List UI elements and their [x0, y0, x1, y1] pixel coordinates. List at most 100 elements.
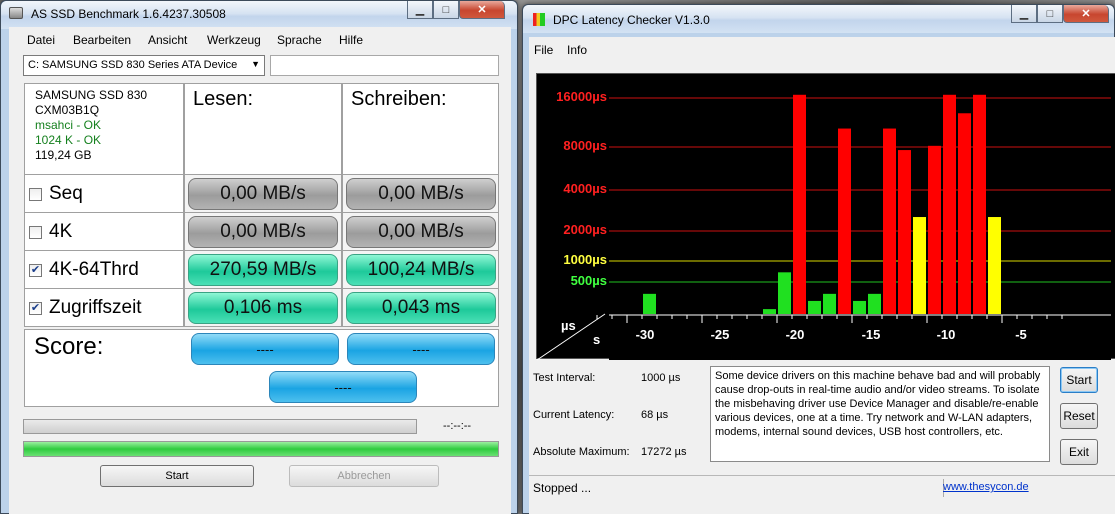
latency-bar	[988, 217, 1001, 314]
elapsed-time: --:--:--	[443, 420, 472, 432]
latency-bars: -30 -25 -20 -15 -10 -5	[536, 94, 1111, 361]
latency-bar	[913, 217, 926, 314]
drive-size: 119,24 GB	[35, 148, 92, 162]
alignment-status: 1024 K - OK	[35, 133, 102, 147]
menu-sprache[interactable]: Sprache	[277, 33, 322, 47]
dpc-minimize-button[interactable]: ▁	[1011, 5, 1037, 23]
read-header-cell: Lesen:	[184, 83, 342, 175]
test-row-label: Seq	[25, 175, 83, 213]
stat-value: 68 µs	[641, 409, 669, 421]
latency-chart: 16000µs 8000µs 4000µs 2000µs 1000µs 500µs -30…	[536, 73, 1115, 361]
menu-file[interactable]: File	[534, 43, 553, 57]
dpc-reset-button[interactable]: Reset	[1060, 403, 1098, 429]
latency-bar	[853, 300, 866, 314]
main-progress-track	[23, 441, 499, 457]
write-result-value: 0,043 ms	[346, 292, 496, 324]
dpc-titlebar[interactable]: DPC Latency Checker V1.3.0 ▁ □ ✕	[523, 5, 1114, 33]
latency-bar	[643, 293, 656, 314]
menu-bar: Datei Bearbeiten Ansicht Werkzeug Sprach…	[9, 33, 511, 49]
as-ssd-titlebar[interactable]: AS SSD Benchmark 1.6.4237.30508 ▁ □ ✕	[1, 1, 517, 29]
maximize-button[interactable]: □	[433, 1, 459, 19]
drive-model: SAMSUNG SSD 830	[35, 88, 148, 102]
test-row-label: ✔ 4K-64Thrd	[25, 251, 139, 289]
abort-button[interactable]: Abbrechen	[289, 465, 439, 487]
write-result-value: 0,00 MB/s	[346, 216, 496, 248]
message-text: Some device drivers on this machine beha…	[715, 370, 1041, 438]
chevron-down-icon: ▼	[251, 59, 260, 69]
website-link[interactable]: www.thesycon.de	[943, 481, 1029, 493]
latency-bar	[898, 150, 911, 314]
read-result-value: 0,106 ms	[188, 292, 338, 324]
x-axis-area	[609, 314, 1111, 360]
read-header: Lesen:	[193, 88, 254, 110]
menu-werkzeug[interactable]: Werkzeug	[207, 33, 261, 47]
menu-ansicht[interactable]: Ansicht	[148, 33, 187, 47]
info-cell: SAMSUNG SSD 830 CXM03B1Q msahci - OK 102…	[24, 83, 184, 175]
test-row-label: 4K	[25, 213, 72, 251]
dpc-exit-button[interactable]: Exit	[1060, 439, 1098, 465]
test-checkbox[interactable]	[29, 187, 42, 201]
dpc-menu-bar: File Info	[529, 43, 1115, 59]
test-name: 4K-64Thrd	[49, 259, 139, 280]
row-label-cell: Seq	[24, 175, 184, 213]
row-label-cell: ✔ 4K-64Thrd	[24, 251, 184, 289]
drive-firmware: CXM03B1Q	[35, 103, 100, 117]
dpc-window-title: DPC Latency Checker V1.3.0	[553, 13, 710, 27]
main-progress-fill	[24, 442, 498, 456]
y-tick-label: 1000µs	[563, 252, 607, 267]
read-result-value: 0,00 MB/s	[188, 178, 338, 210]
menu-datei[interactable]: Datei	[27, 33, 55, 47]
app-icon	[9, 7, 23, 19]
write-header: Schreiben:	[351, 88, 447, 110]
dpc-maximize-button[interactable]: □	[1037, 5, 1063, 23]
test-row-label: ✔ Zugriffszeit	[25, 289, 142, 327]
axis-unit-us: µs	[561, 318, 576, 333]
dpc-app-icon	[533, 13, 545, 26]
dpc-window: DPC Latency Checker V1.3.0 ▁ □ ✕ File In…	[522, 4, 1115, 514]
stat-value: 17272 µs	[641, 446, 687, 458]
drive-info-field	[270, 55, 499, 76]
menu-bearbeiten[interactable]: Bearbeiten	[73, 33, 131, 47]
menu-hilfe[interactable]: Hilfe	[339, 33, 363, 47]
time-progress-bar	[23, 419, 417, 434]
x-tick-label: -25	[711, 327, 730, 342]
test-checkbox[interactable]: ✔	[29, 263, 42, 277]
window-title: AS SSD Benchmark 1.6.4237.30508	[31, 7, 226, 21]
y-tick-label: 2000µs	[563, 222, 607, 237]
test-checkbox[interactable]	[29, 225, 42, 239]
read-result-value: 0,00 MB/s	[188, 216, 338, 248]
dpc-close-button[interactable]: ✕	[1063, 5, 1109, 23]
status-bar: Stopped ... www.thesycon.de	[529, 475, 1115, 499]
score-write: ----	[347, 333, 495, 365]
latency-bar	[838, 128, 851, 314]
row-label-cell: 4K	[24, 213, 184, 251]
latency-bar	[958, 113, 971, 314]
dpc-client: File Info 16000µs 8000µs 4000µs 2000µs 1000µ…	[529, 37, 1115, 514]
write-header-cell: Schreiben:	[342, 83, 499, 175]
latency-bar	[943, 94, 956, 314]
drive-select[interactable]: C: SAMSUNG SSD 830 Series ATA Device ▼	[23, 55, 265, 76]
y-tick-label: 4000µs	[563, 181, 607, 196]
dpc-start-button[interactable]: Start	[1060, 367, 1098, 393]
close-button[interactable]: ✕	[459, 1, 505, 19]
x-tick-label: -10	[937, 327, 956, 342]
latency-bar	[823, 293, 836, 314]
latency-bar	[883, 128, 896, 314]
minimize-button[interactable]: ▁	[407, 1, 433, 19]
read-result-value: 270,59 MB/s	[188, 254, 338, 286]
latency-bar	[793, 94, 806, 314]
score-total: ----	[269, 371, 417, 403]
score-read: ----	[191, 333, 339, 365]
test-name: Seq	[49, 183, 83, 204]
test-checkbox[interactable]: ✔	[29, 301, 42, 315]
y-tick-label: 500µs	[570, 273, 607, 288]
x-tick-label: -5	[1015, 327, 1027, 342]
menu-info[interactable]: Info	[567, 43, 587, 57]
latency-bar	[868, 293, 881, 314]
as-ssd-client: Datei Bearbeiten Ansicht Werkzeug Sprach…	[9, 27, 511, 514]
start-button[interactable]: Start	[100, 465, 254, 487]
score-label: Score:	[34, 333, 104, 360]
latency-bar	[808, 300, 821, 314]
stat-label: Test Interval:	[533, 372, 596, 384]
stat-label: Absolute Maximum:	[533, 446, 630, 458]
